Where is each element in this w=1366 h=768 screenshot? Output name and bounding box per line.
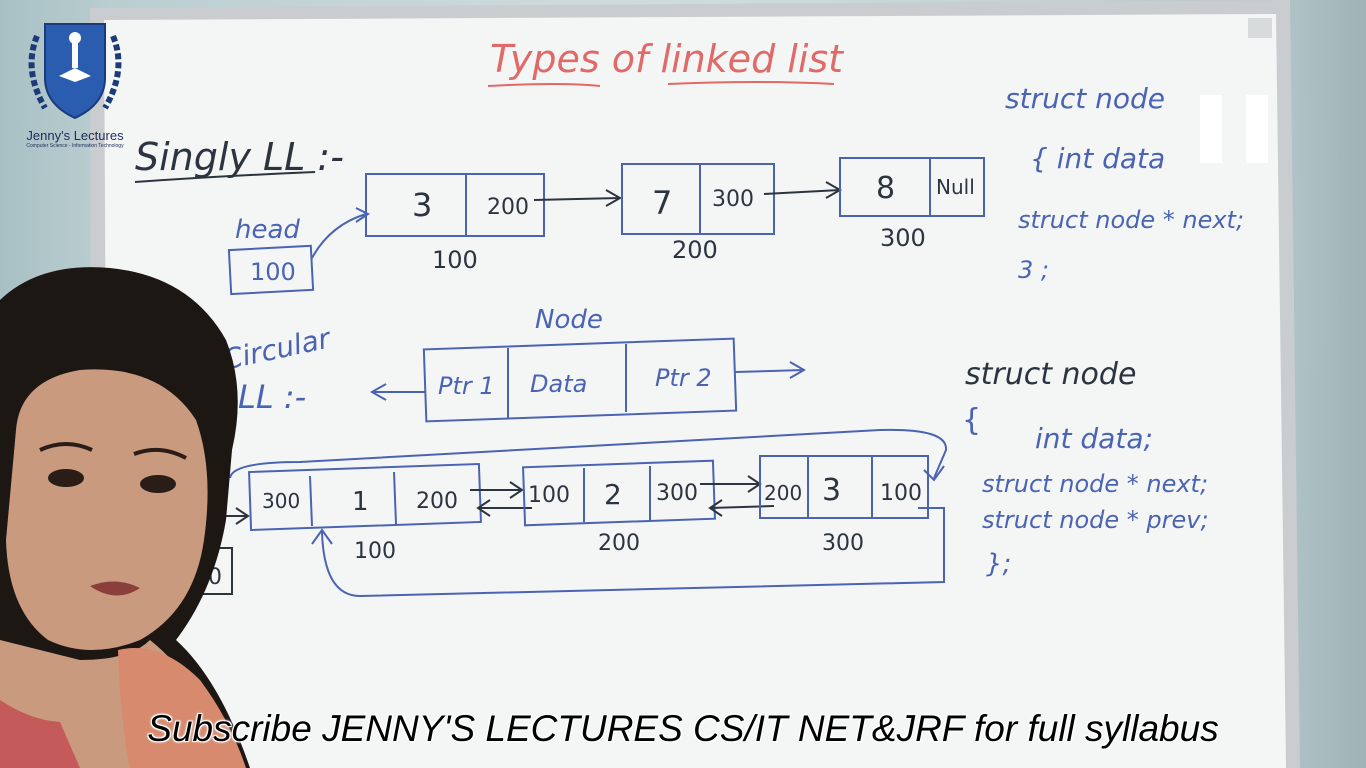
singly-struct-line-4: 3 ; — [1018, 256, 1049, 284]
node-diagram-field-data: Data — [530, 370, 587, 398]
pause-bar-right — [1246, 95, 1268, 163]
singly-node-1-next: 200 — [487, 195, 529, 220]
channel-logo: Jenny's Lectures Computer Science - Info… — [10, 18, 140, 149]
circular-heading-line-2: LL :- — [238, 378, 306, 416]
singly-node-3-address: 300 — [880, 224, 926, 252]
circular-node-1-address: 100 — [354, 539, 396, 564]
channel-logo-name: Jenny's Lectures — [26, 128, 124, 143]
circular-struct-line-3: int data; — [1035, 422, 1153, 455]
head-label: head — [235, 215, 300, 245]
circular-struct-line-1: struct node — [965, 357, 1136, 392]
whiteboard: Types of linked list Singly LL :- head 1… — [0, 0, 1300, 768]
circular-node-1-data: 1 — [352, 487, 369, 517]
video-frame[interactable]: Types of linked list Singly LL :- head 1… — [0, 0, 1366, 768]
node-diagram-field-ptr2: Ptr 2 — [655, 364, 712, 392]
pause-bar-left — [1200, 95, 1222, 163]
circular-node-2-prev: 100 — [528, 483, 570, 508]
circular-node-1-prev: 300 — [262, 489, 300, 513]
circular-node-2-address: 200 — [598, 531, 640, 556]
circular-struct-line-5: struct node * prev; — [982, 506, 1209, 534]
circular-node-2-data: 2 — [604, 478, 622, 511]
presenter — [0, 267, 250, 768]
node-diagram-field-ptr1: Ptr 1 — [438, 372, 495, 400]
singly-struct-line-3: struct node * next; — [1018, 206, 1244, 234]
circular-struct-line-4: struct node * next; — [982, 470, 1208, 498]
pause-icon[interactable] — [1200, 95, 1270, 163]
presenter-right-eye — [140, 475, 176, 493]
singly-struct-line-2: { int data — [1030, 142, 1165, 175]
singly-node-3-data: 8 — [876, 171, 895, 206]
board-corner-bracket — [1248, 18, 1272, 38]
singly-node-1-address: 100 — [432, 246, 478, 274]
singly-node-2-data: 7 — [652, 184, 672, 222]
singly-node-2-address: 200 — [672, 236, 718, 264]
presenter-face — [6, 369, 208, 650]
circular-node-3-prev: 200 — [764, 481, 802, 505]
singly-struct-line-1: struct node — [1005, 82, 1165, 115]
circular-node-1-next: 200 — [416, 489, 458, 514]
node-diagram-label: Node — [535, 305, 603, 335]
singly-node-1-data: 3 — [412, 186, 432, 224]
channel-logo-tagline: Computer Science - Information Technolog… — [26, 143, 124, 149]
laurel-crest-icon — [28, 23, 122, 120]
head-value: 100 — [250, 258, 296, 286]
board-title: Types of linked list — [490, 37, 845, 81]
circular-struct-line-6: }; — [986, 549, 1011, 579]
circular-node-3-next: 100 — [880, 481, 922, 506]
circular-node-3-address: 300 — [822, 531, 864, 556]
circular-node-2-next: 300 — [656, 481, 698, 506]
singly-node-3-next: Null — [936, 175, 975, 199]
presenter-left-eye — [48, 469, 84, 487]
circular-node-3-data: 3 — [822, 473, 841, 508]
subtitle-text: Subscribe JENNY'S LECTURES CS/IT NET&JRF… — [147, 708, 1219, 749]
circular-struct-line-2: { — [962, 403, 981, 438]
subtitle-overlay: Subscribe JENNY'S LECTURES CS/IT NET&JRF… — [0, 708, 1366, 750]
singly-node-2-next: 300 — [712, 187, 754, 212]
